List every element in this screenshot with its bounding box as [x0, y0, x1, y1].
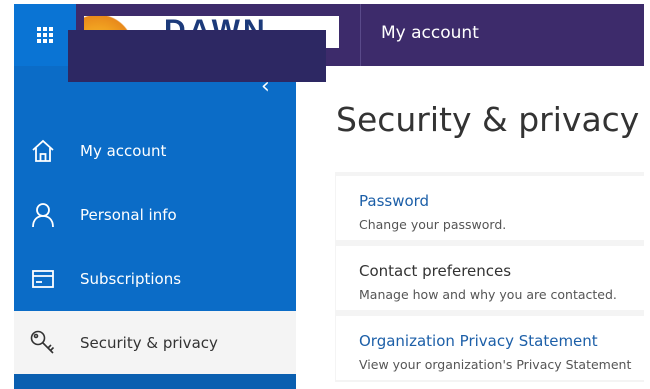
sidebar: ‹ My account Personal info Subscriptions… [14, 66, 296, 389]
card-description: Manage how and why you are contacted. [359, 287, 617, 302]
redacted-region [68, 30, 326, 82]
sidebar-item-label: My account [80, 142, 167, 160]
header-divider [360, 4, 361, 66]
sidebar-item-security-privacy[interactable]: Security & privacy [14, 311, 296, 375]
privacy-statement-card[interactable]: Organization Privacy Statement View your… [336, 316, 644, 380]
contact-preferences-card[interactable]: Contact preferences Manage how and why y… [336, 246, 644, 310]
home-icon [28, 136, 58, 166]
password-link[interactable]: Password [359, 192, 429, 210]
sidebar-footer [14, 374, 296, 389]
password-card[interactable]: Password Change your password. [336, 176, 644, 240]
privacy-statement-link[interactable]: Organization Privacy Statement [359, 332, 598, 350]
sidebar-item-my-account[interactable]: My account [14, 119, 296, 183]
card-icon [28, 264, 58, 294]
person-icon [28, 200, 58, 230]
sidebar-item-personal-info[interactable]: Personal info [14, 183, 296, 247]
card-description: Change your password. [359, 217, 507, 232]
key-icon [28, 328, 58, 358]
app-title[interactable]: My account [381, 23, 479, 43]
sidebar-item-label: Security & privacy [80, 334, 218, 352]
sidebar-item-label: Personal info [80, 206, 177, 224]
sidebar-item-label: Subscriptions [80, 270, 182, 288]
contact-preferences-title[interactable]: Contact preferences [359, 262, 511, 280]
waffle-icon [37, 27, 53, 43]
sidebar-item-subscriptions[interactable]: Subscriptions [14, 247, 296, 311]
page-title: Security & privacy [336, 100, 640, 139]
app-launcher-button[interactable] [14, 4, 76, 66]
card-description: View your organization's Privacy Stateme… [359, 357, 632, 372]
